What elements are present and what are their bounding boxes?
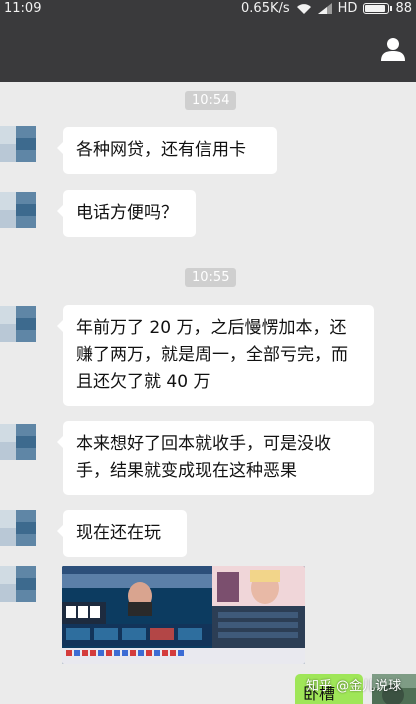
message-line: 手，结果就变成现在这种恶果 bbox=[76, 461, 297, 481]
status-time: 11:09 bbox=[4, 1, 42, 16]
message-bubble[interactable]: 现在还在玩 bbox=[57, 510, 187, 557]
message-bubble[interactable]: 电话方便吗？ bbox=[57, 190, 196, 237]
network-type: HD bbox=[337, 1, 358, 16]
signal-icon bbox=[317, 3, 332, 14]
casino-game-image bbox=[62, 566, 305, 664]
image-message[interactable] bbox=[62, 566, 305, 664]
timestamp: 10:54 bbox=[185, 91, 237, 110]
watermark: 知乎 @金儿说球 bbox=[306, 679, 402, 694]
avatar[interactable] bbox=[0, 424, 36, 460]
network-speed: 0.65K/s bbox=[241, 1, 290, 16]
battery-level: 88 bbox=[395, 1, 412, 16]
message-bubble[interactable]: 年前万了 20 万，之后慢愣加本，还 赚了两万，就是周一，全部亏完，而 且还欠了… bbox=[57, 305, 374, 406]
avatar[interactable] bbox=[0, 192, 36, 228]
message-line: 本来想好了回本就收手，可是没收 bbox=[76, 434, 331, 454]
message-line: 电话方便吗？ bbox=[76, 203, 178, 223]
status-right: 0.65K/s HD 88 bbox=[241, 1, 412, 16]
avatar[interactable] bbox=[0, 566, 36, 602]
wifi-icon bbox=[296, 3, 311, 14]
message-bubble[interactable]: 各种网贷，还有信用卡 bbox=[57, 127, 277, 174]
avatar[interactable] bbox=[0, 126, 36, 162]
timestamp: 10:55 bbox=[185, 268, 237, 287]
message-bubble[interactable]: 本来想好了回本就收手，可是没收 手，结果就变成现在这种恶果 bbox=[57, 421, 374, 495]
message-line: 年前万了 20 万，之后慢愣加本，还 bbox=[76, 318, 347, 338]
avatar[interactable] bbox=[0, 510, 36, 546]
battery-icon bbox=[363, 3, 393, 14]
status-bar: 11:09 0.65K/s HD 88 bbox=[0, 0, 416, 20]
message-line: 且还欠了就 40 万 bbox=[76, 372, 211, 392]
person-icon[interactable] bbox=[380, 36, 406, 62]
avatar[interactable] bbox=[0, 306, 36, 342]
message-line: 各种网贷，还有信用卡 bbox=[76, 140, 246, 160]
message-line: 现在还在玩 bbox=[76, 523, 161, 543]
message-line: 赚了两万，就是周一，全部亏完，而 bbox=[76, 345, 348, 365]
title-bar: 11:09 0.65K/s HD 88 bbox=[0, 0, 416, 82]
